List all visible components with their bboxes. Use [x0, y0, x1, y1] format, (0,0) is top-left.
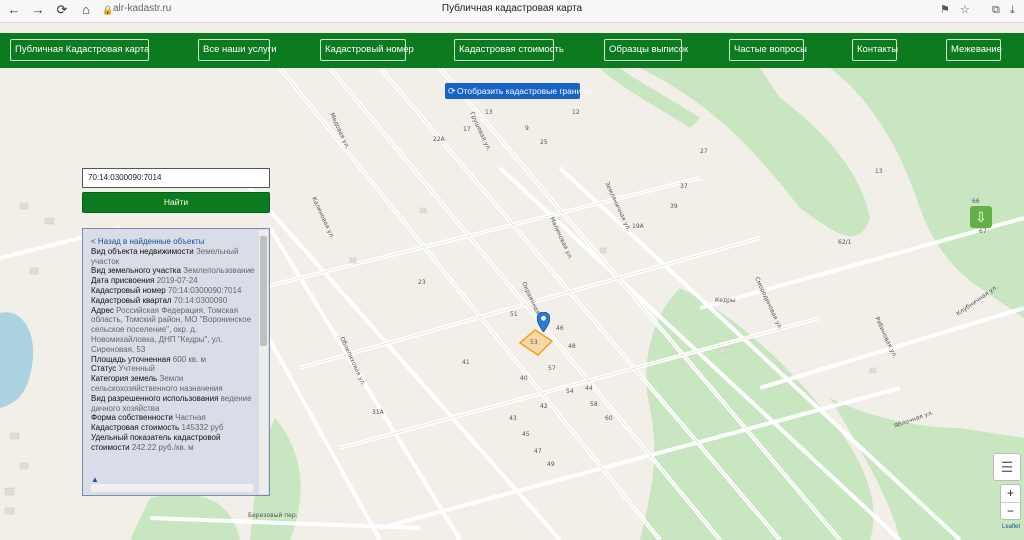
menu-samples[interactable]: Образцы выписок	[604, 39, 688, 61]
menu-contacts[interactable]: Контакты	[852, 39, 898, 61]
menu-public-map[interactable]: Публичная Кадастровая карта	[10, 39, 149, 61]
menu-services[interactable]: Все наши услуги	[198, 39, 277, 61]
vertical-scrollbar[interactable]	[259, 230, 268, 494]
info-row: Статус Учтенный	[91, 364, 155, 374]
info-row: Вид разрешенного использования ведение д…	[91, 393, 252, 413]
zoom-control: + −	[1000, 484, 1021, 520]
map-marker-icon[interactable]	[537, 312, 550, 332]
back-to-results-link[interactable]: < Назад в найденные объекты	[91, 237, 257, 247]
main-menu: Публичная Кадастровая карта Все наши усл…	[0, 33, 1024, 68]
info-row: Кадастровая стоимость 145332 руб	[91, 423, 224, 433]
menu-land-survey[interactable]: Межевание	[946, 39, 1002, 61]
info-row: Вид объекта недвижимости Земельный участ…	[91, 246, 239, 266]
info-content: < Назад в найденные объекты Вид объекта …	[91, 237, 257, 453]
info-row: Площадь уточненная 600 кв. м	[91, 354, 207, 364]
info-row: Кадастровый номер 70:14:0300090:7014	[91, 285, 242, 295]
info-row: Кадастровый квартал 70:14:0300090	[91, 295, 228, 305]
menu-faq[interactable]: Частые вопросы	[729, 39, 807, 61]
page-tab-title: Публичная кадастровая карта	[441, 3, 583, 14]
browser-toolbar: ← → ⟳ ⌂ 🔒 alr-kadastr.ru Публичная кадас…	[0, 0, 1024, 23]
refresh-icon: ⟳	[448, 86, 456, 96]
search-button[interactable]: Найти	[82, 192, 270, 213]
info-row: Адрес Российская Федерация, Томская обла…	[91, 305, 252, 354]
info-row: Дата присвоения 2019-07-24	[91, 276, 198, 286]
info-row: Форма собственности Частная	[91, 413, 206, 423]
info-row: Вид земельного участка Землепользование	[91, 266, 255, 276]
object-info-panel: < Назад в найденные объекты Вид объекта …	[82, 228, 270, 496]
menu-cadastral-cost[interactable]: Кадастровая стоимость	[454, 39, 564, 61]
star-icon[interactable]: ☆	[960, 2, 970, 18]
show-borders-label: Отобразить кадастровые границы	[457, 86, 593, 96]
show-borders-button[interactable]: ⟳ Отобразить кадастровые границы	[445, 83, 592, 99]
zoom-in-button[interactable]: +	[1001, 485, 1020, 502]
horizontal-scrollbar[interactable]	[91, 484, 253, 492]
download-arrow-icon[interactable]: ⇩	[970, 206, 992, 228]
expand-arrow-icon[interactable]: ▲	[91, 475, 99, 484]
scrollbar-thumb[interactable]	[260, 236, 267, 346]
cadastral-search-input[interactable]: 70:14:0300090:7014	[82, 168, 270, 188]
layers-icon[interactable]: ☰	[993, 453, 1021, 481]
extensions-icon[interactable]: ⧉	[992, 2, 1000, 18]
info-row: Категория земель Земли сельскохозяйствен…	[91, 374, 223, 393]
menu-cadastral-number[interactable]: Кадастровый номер	[320, 39, 414, 61]
zoom-out-button[interactable]: −	[1001, 502, 1020, 520]
download-icon[interactable]: ⤓	[1010, 2, 1015, 18]
info-row: Удельный показатель кадастровой стоимост…	[91, 432, 221, 452]
leaflet-attribution[interactable]: Leaflet	[1002, 524, 1020, 530]
bookmark-icon[interactable]: ⚑	[940, 2, 950, 18]
